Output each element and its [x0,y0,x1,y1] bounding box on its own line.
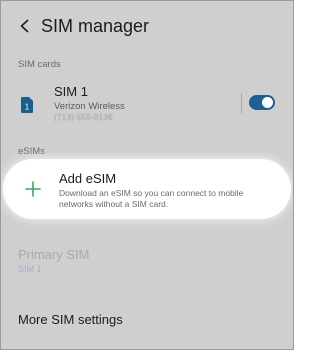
chevron-left-icon [20,19,29,33]
primary-sim-title: Primary SIM [18,247,90,262]
primary-sim-row: Primary SIM SIM 1 [1,241,293,277]
page-title: SIM manager [41,15,150,36]
app-header: SIM manager [1,1,293,51]
more-sim-settings-button[interactable]: More SIM settings [1,306,293,334]
primary-sim-value: SIM 1 [18,264,42,274]
back-button[interactable] [5,6,45,46]
toggle-knob [262,97,273,108]
section-label-sim-cards: SIM cards [18,59,61,70]
sim-carrier: Verizon Wireless [54,101,125,112]
row-divider [241,93,242,113]
sim-name: SIM 1 [54,84,88,99]
plus-icon [25,181,41,197]
sim-enable-toggle[interactable] [249,95,275,110]
sim-card-row[interactable]: 1 SIM 1 Verizon Wireless (713) 555-0136 [1,81,293,127]
add-esim-button[interactable]: Add eSIM Download an eSIM so you can con… [3,159,291,219]
sim-card-icon: 1 [21,97,33,113]
add-esim-description: Download an eSIM so you can connect to m… [59,188,244,209]
add-esim-title: Add eSIM [59,171,117,186]
svg-text:1: 1 [25,103,30,112]
sim-phone-number: (713) 555-0136 [54,113,113,122]
sim-manager-screen: SIM manager SIM cards 1 SIM 1 Verizon Wi… [0,0,294,350]
section-label-esims: eSIMs [18,146,45,157]
more-sim-settings-label: More SIM settings [18,312,123,327]
